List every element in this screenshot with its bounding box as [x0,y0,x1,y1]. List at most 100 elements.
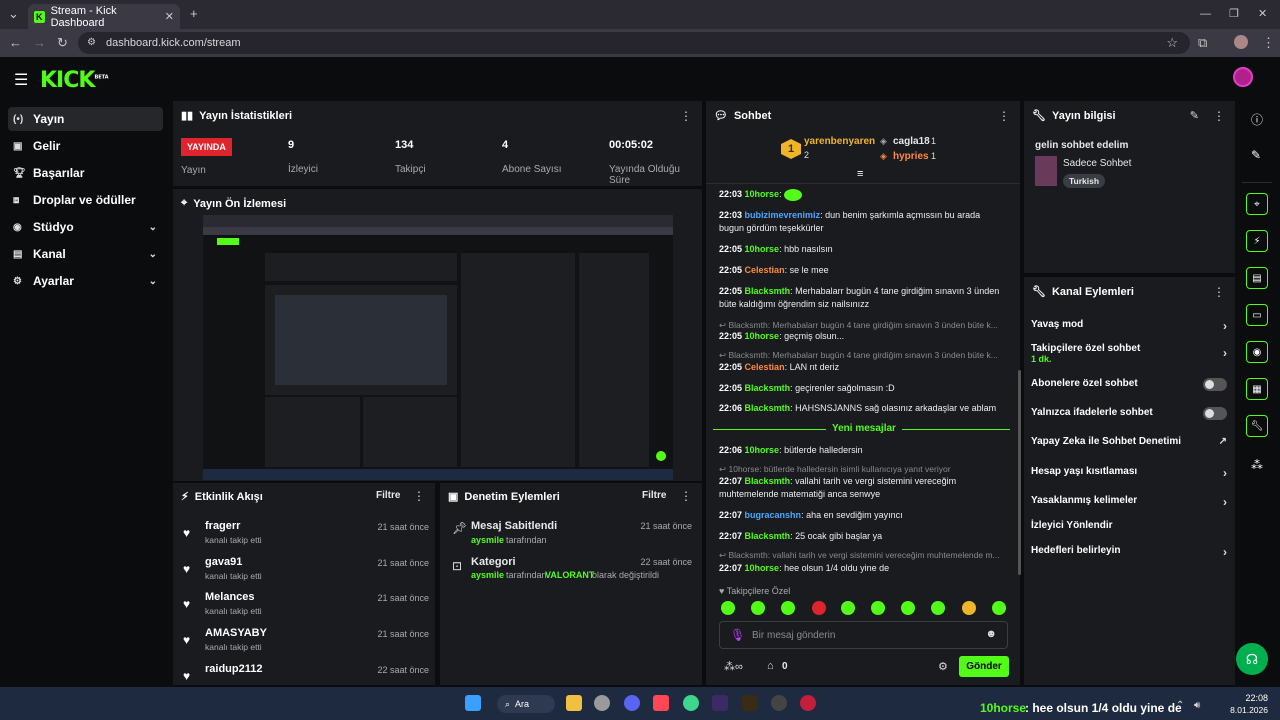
action-emotes-only[interactable]: Yalnızca ifadelerle sohbet [1031,407,1227,421]
chat-username[interactable]: 10horse [745,445,780,455]
chat-menu-icon[interactable]: ⋮ [998,109,1010,123]
activity-menu-icon[interactable]: ⋮ [413,489,425,503]
stream-preview-video[interactable] [203,215,673,480]
emote-7[interactable] [901,601,915,615]
sidebar-item-basarilar[interactable]: 🏆︎ Başarılar [8,161,163,185]
stream-category[interactable]: Sadece Sohbet [1063,158,1131,169]
emote-1[interactable] [721,601,735,615]
stats-menu-icon[interactable]: ⋮ [680,109,692,123]
emote-9[interactable] [962,601,976,615]
browser-tab[interactable]: K Stream - Kick Dashboard ✕ [28,4,180,29]
volume-icon[interactable]: 🔊︎ [1194,700,1200,711]
taskbar-search[interactable]: ⌕ Ara [497,695,555,713]
chat-username[interactable]: Blacksmth [745,286,791,296]
emote-10[interactable] [992,601,1006,615]
action-followers-only[interactable]: Takipçilere özel sohbet 1 dk. › [1031,343,1227,365]
action-banned-words[interactable]: Yasaklanmış kelimeler › [1031,495,1227,509]
obs-icon[interactable] [771,695,787,711]
moderation-game[interactable]: VALORANT [545,570,594,580]
moderation-user[interactable]: aysmile [471,570,504,580]
restore-icon[interactable]: ❐ [1229,7,1239,21]
chat-username[interactable]: Blacksmth [745,476,791,486]
edit-pencil-icon[interactable]: ✎ [1190,109,1199,122]
file-explorer-icon[interactable] [566,695,582,711]
url-field[interactable]: ⚙ dashboard.kick.com/stream ☆ [78,32,1190,54]
sidebar-item-kanal[interactable]: ▤ Kanal ⌄ [8,242,163,266]
leader-name[interactable]: yarenbenyaren [804,136,875,147]
app-icon[interactable] [683,695,699,711]
layout-icon[interactable]: ▦ [1246,378,1268,400]
chat-bubble-icon[interactable]: ▭ [1246,304,1268,326]
sidebar-item-ayarlar[interactable]: ⚙ Ayarlar ⌄ [8,269,163,293]
chat-username[interactable]: Blacksmth [745,531,791,541]
discord-icon[interactable] [624,695,640,711]
user-avatar[interactable] [1233,67,1253,87]
scan-icon[interactable]: ⌖ [1246,193,1268,215]
browser-menu-icon[interactable]: ⋮ [1262,36,1275,50]
sidebar-item-yayin[interactable]: (•) Yayın [8,107,163,131]
chat-settings-icon[interactable]: ⚙ [938,660,948,673]
action-subscribers-only[interactable]: Abonelere özel sohbet [1031,378,1227,392]
activity-name[interactable]: raidup2112 [205,663,262,675]
emote-2[interactable] [751,601,765,615]
chat-username[interactable]: Celestian [745,265,785,275]
minimize-icon[interactable]: — [1200,7,1211,21]
sidebar-item-studyo[interactable]: ◉ Stüdyo ⌄ [8,215,163,239]
action-ai-moderation[interactable]: Yapay Zeka ile Sohbet Denetimi ↗ [1031,436,1227,450]
emotes-only-toggle[interactable] [1203,407,1227,420]
close-window-icon[interactable]: ✕ [1258,7,1267,21]
moderation-user[interactable]: aysmile [471,535,504,545]
kick-logo[interactable]: KICKBETA [40,68,109,93]
riot-icon[interactable] [800,695,816,711]
chat-username[interactable]: 10horse [745,563,780,573]
emote-4[interactable] [812,601,826,615]
apps-icon[interactable]: ⁂ [1251,458,1263,472]
help-support-icon[interactable]: ☊ [1236,643,1268,675]
chat-username[interactable]: Celestian [745,362,785,372]
broadcast-icon[interactable]: ◉ [1246,341,1268,363]
tab-list-icon[interactable]: ⌄ [8,7,19,21]
sidebar-item-gelir[interactable]: ▣ Gelir [8,134,163,158]
new-tab-icon[interactable]: + [190,7,198,21]
chat-username[interactable]: 10horse [745,189,780,199]
emote-6[interactable] [871,601,885,615]
gifter-name[interactable]: cagla18 [893,136,930,147]
gifter-name[interactable]: hypries [893,151,929,162]
send-button[interactable]: Gönder [959,656,1009,677]
emote-3[interactable] [781,601,795,615]
activity-name[interactable]: Melances [205,591,255,603]
back-icon[interactable]: ← [9,36,22,50]
extensions-icon[interactable]: ⧉ [1198,36,1207,50]
emote-5[interactable] [841,601,855,615]
emoji-icon[interactable]: ☻ [985,628,997,640]
moderation-menu-icon[interactable]: ⋮ [680,489,692,503]
activity-name[interactable]: gava91 [205,556,242,568]
document-icon[interactable]: ▤ [1246,267,1268,289]
pinned-expand-icon[interactable]: ≡ [857,168,863,180]
clock-time[interactable]: 22:08 [1220,693,1268,703]
action-account-age[interactable]: Hesap yaşı kısıtlaması › [1031,466,1227,480]
bolt-icon[interactable]: ⚡︎ [1246,230,1268,252]
info-icon[interactable]: ⓘ [1251,111,1263,128]
moderation-filter-button[interactable]: Filtre [642,490,666,501]
chat-username[interactable]: 10horse [745,331,780,341]
action-goals[interactable]: Hedefleri belirleyin › [1031,545,1227,559]
channel-actions-menu-icon[interactable]: ⋮ [1213,285,1225,299]
storefront-icon[interactable]: ⌂ [767,660,774,672]
wrench-icon[interactable]: 🔧︎ [1246,415,1268,437]
activity-name[interactable]: fragerr [205,520,240,532]
site-info-icon[interactable]: ⚙ [87,36,96,50]
chat-username[interactable]: bugracanshn [745,510,802,520]
chat-input[interactable]: 🎙︎ Bir mesaj gönderin ☻ [719,621,1008,649]
action-host[interactable]: İzleyici Yönlendir [1031,520,1227,534]
clock-date[interactable]: 8.01.2026 [1214,705,1268,715]
mic-icon[interactable]: 🎙︎ [730,628,745,642]
chat-username[interactable]: 10horse [745,244,780,254]
emote-8[interactable] [931,601,945,615]
tray-chevron-icon[interactable]: ⌃ [1176,700,1184,711]
chat-username[interactable]: bubizimevrenimiz [745,210,821,220]
chat-username[interactable]: Blacksmth [745,403,791,413]
action-slow-mode[interactable]: Yavaş mod › [1031,319,1227,333]
hamburger-menu-icon[interactable]: ☰ [14,70,28,90]
premiere-icon[interactable] [712,695,728,711]
